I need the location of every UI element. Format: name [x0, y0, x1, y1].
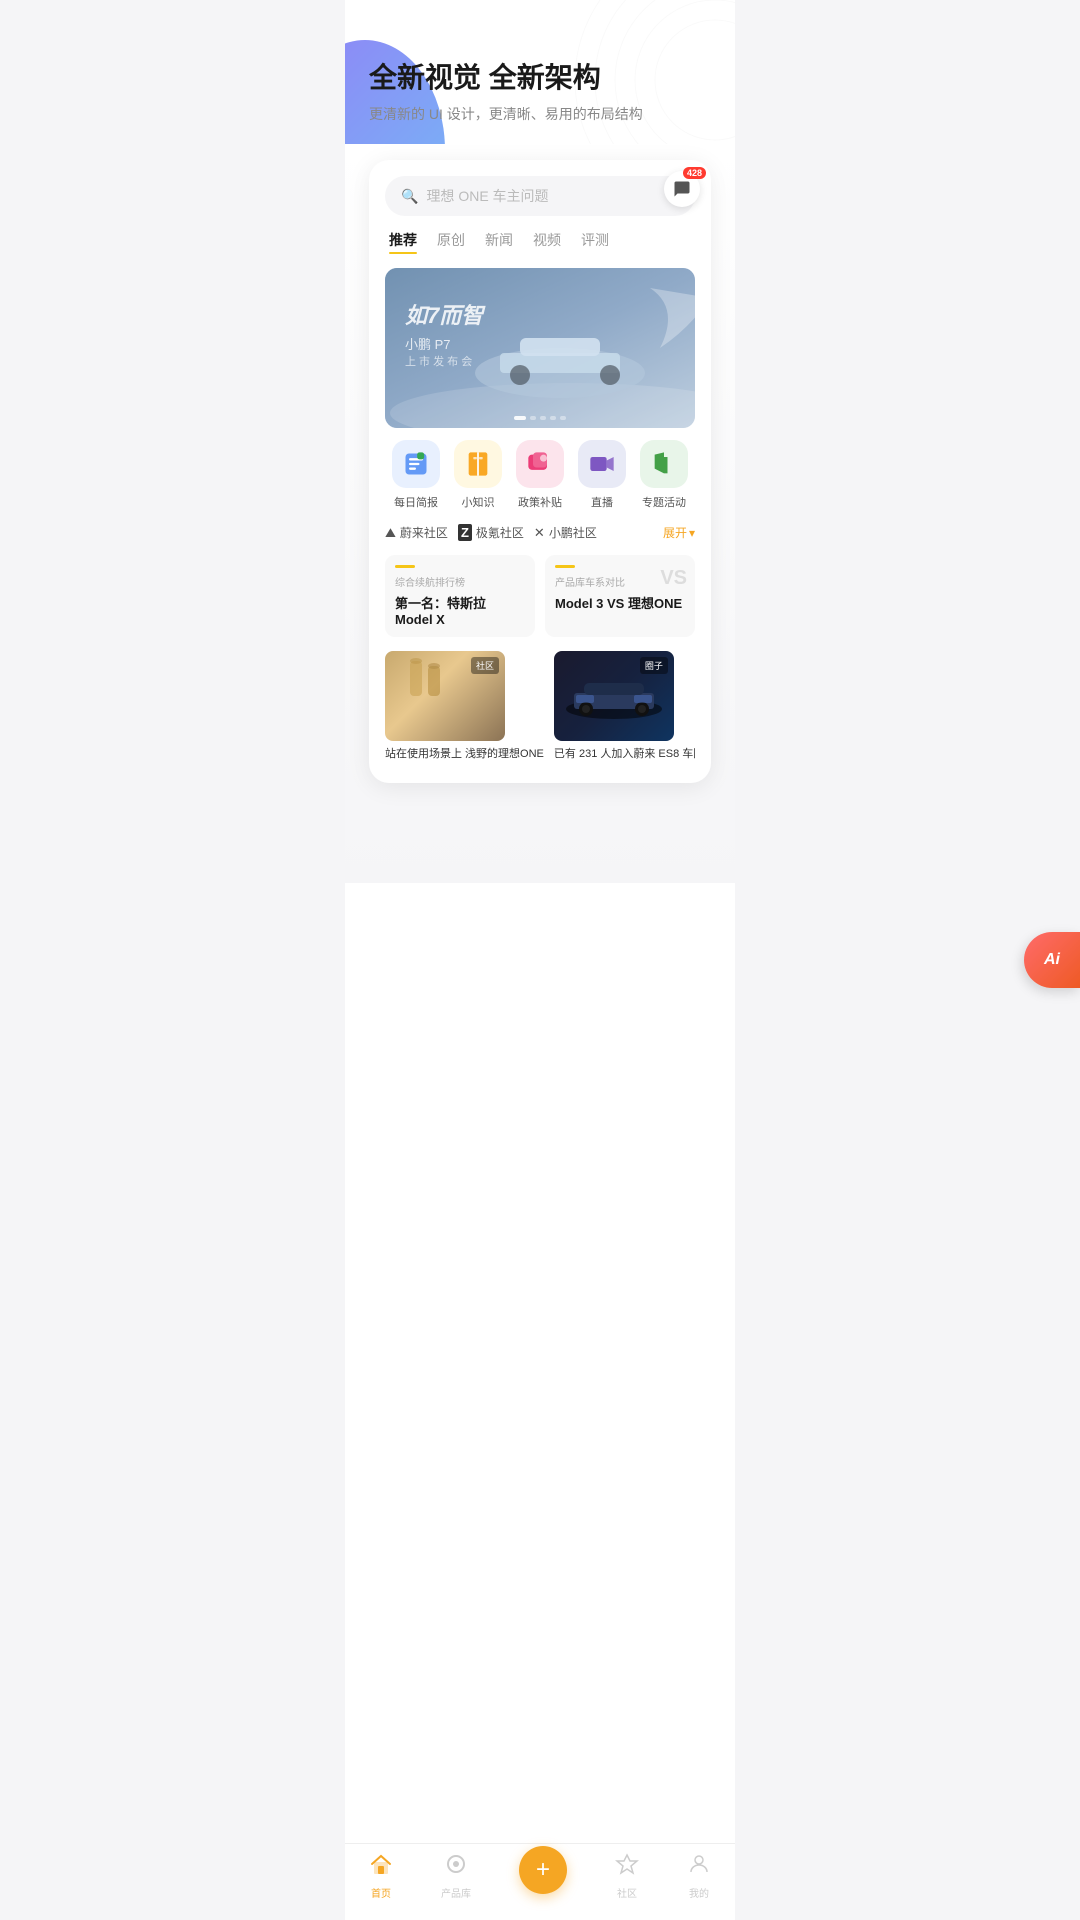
- community-tag-zeekr[interactable]: Z 极氪社区: [458, 524, 524, 541]
- nav-home[interactable]: 首页: [369, 1852, 393, 1900]
- tab-recommended[interactable]: 推荐: [389, 230, 417, 254]
- tab-news[interactable]: 新闻: [485, 230, 513, 254]
- xpeng-label: 小鹏社区: [549, 524, 597, 541]
- dot-2: [530, 416, 536, 420]
- zeekr-icon: Z: [458, 524, 472, 541]
- content-card-1[interactable]: 社区 站在使用场景上 浅野的理想ONE: [385, 651, 544, 762]
- banner-text: 如7而智 小鹏 P7 上 市 发 布 会: [405, 298, 483, 369]
- banner-dots: [514, 416, 566, 420]
- nav-profile-label: 我的: [689, 1885, 709, 1900]
- quick-label-live: 直播: [591, 494, 613, 510]
- nav-products-label: 产品库: [441, 1885, 471, 1900]
- tab-original[interactable]: 原创: [437, 230, 465, 254]
- ai-float-button[interactable]: Ai: [1024, 932, 1080, 988]
- content-desc-1: 站在使用场景上 浅野的理想ONE: [385, 747, 544, 762]
- content-img-1: 社区: [385, 651, 505, 741]
- ranking-title-2: Model 3 VS 理想ONE: [555, 593, 685, 612]
- nav-add[interactable]: +: [519, 1858, 567, 1894]
- policy-icon: [516, 440, 564, 488]
- quick-label-policy: 政策补贴: [518, 494, 562, 510]
- nav-community[interactable]: 社区: [615, 1852, 639, 1900]
- community-icon: [615, 1852, 639, 1882]
- nio-icon: ⛰: [385, 525, 396, 541]
- quick-item-policy[interactable]: 政策补贴: [516, 440, 564, 510]
- bottom-navigation: 首页 产品库 + 社区: [345, 1843, 735, 1920]
- content-tag-1: 社区: [471, 657, 499, 674]
- nio-label: 蔚来社区: [400, 524, 448, 541]
- quick-label-activity: 专题活动: [642, 494, 686, 510]
- search-icon: 🔍: [401, 188, 418, 205]
- chevron-down-icon: ▾: [689, 526, 695, 540]
- ranking-cards: 综合续航排行榜 第一名：特斯拉 Model X 产品库车系对比 Model 3 …: [385, 555, 695, 637]
- ai-label: Ai: [1044, 951, 1060, 969]
- message-icon: 428: [664, 171, 700, 207]
- content-img-2: 圈子: [554, 651, 674, 741]
- content-cards: 社区 站在使用场景上 浅野的理想ONE 圈子: [385, 651, 695, 762]
- hero-subtitle: 更清新的 UI 设计，更清晰、易用的布局结构: [369, 104, 711, 124]
- banner-event: 上 市 发 布 会: [405, 353, 483, 369]
- ranking-type-1: 综合续航排行榜: [395, 574, 525, 589]
- add-button[interactable]: +: [519, 1846, 567, 1894]
- quick-item-live[interactable]: 直播: [578, 440, 626, 510]
- search-placeholder: 理想 ONE 车主问题: [426, 186, 679, 206]
- ranking-indicator-1: [395, 565, 415, 568]
- hero-section: 全新视觉 全新架构 更清新的 UI 设计，更清晰、易用的布局结构: [345, 0, 735, 144]
- quick-item-daily[interactable]: 每日简报: [392, 440, 440, 510]
- ranking-card-compare[interactable]: 产品库车系对比 Model 3 VS 理想ONE VS: [545, 555, 695, 637]
- add-icon: +: [536, 1858, 550, 1882]
- hero-banner[interactable]: 如7而智 小鹏 P7 上 市 发 布 会: [385, 268, 695, 428]
- expand-label: 展开: [663, 524, 687, 541]
- banner-model: 小鹏 P7: [405, 334, 483, 353]
- content-card-2[interactable]: 圈子 已有 231 人加入蔚来 ES: [554, 651, 695, 762]
- xpeng-icon: ✕: [534, 525, 545, 541]
- nav-community-label: 社区: [617, 1885, 637, 1900]
- live-icon: [578, 440, 626, 488]
- quick-label-knowledge: 小知识: [462, 494, 495, 510]
- quick-item-activity[interactable]: 专题活动: [640, 440, 688, 510]
- quick-icons: 每日简报 小知识: [385, 440, 695, 510]
- content-desc-2: 已有 231 人加入蔚来 ES8 车圈: [554, 747, 695, 762]
- page: 全新视觉 全新架构 更清新的 UI 设计，更清晰、易用的布局结构 🔍 理想 ON…: [345, 0, 735, 1920]
- nav-home-label: 首页: [371, 1885, 391, 1900]
- tab-video[interactable]: 视频: [533, 230, 561, 254]
- dot-4: [550, 416, 556, 420]
- ranking-title-1: 第一名：特斯拉 Model X: [395, 593, 525, 627]
- quick-item-knowledge[interactable]: 小知识: [454, 440, 502, 510]
- ranking-card-range[interactable]: 综合续航排行榜 第一名：特斯拉 Model X: [385, 555, 535, 637]
- dot-5: [560, 416, 566, 420]
- message-button[interactable]: 428: [661, 168, 703, 210]
- search-bar[interactable]: 🔍 理想 ONE 车主问题: [385, 176, 695, 216]
- nav-products[interactable]: 产品库: [441, 1852, 471, 1900]
- nav-profile[interactable]: 我的: [687, 1852, 711, 1900]
- expand-button[interactable]: 展开 ▾: [663, 524, 695, 541]
- hero-title: 全新视觉 全新架构: [369, 60, 711, 96]
- message-badge: 428: [683, 167, 706, 179]
- community-tag-xpeng[interactable]: ✕ 小鹏社区: [534, 524, 597, 541]
- vs-icon: VS: [660, 567, 687, 590]
- dot-1: [514, 416, 526, 420]
- community-tag-nio[interactable]: ⛰ 蔚来社区: [385, 524, 448, 541]
- ranking-indicator-2: [555, 565, 575, 568]
- home-icon: [369, 1852, 393, 1882]
- knowledge-icon: [454, 440, 502, 488]
- profile-icon: [687, 1852, 711, 1882]
- app-card: 🔍 理想 ONE 车主问题 428 推荐 原创 新闻 视频: [369, 160, 711, 782]
- community-tags: ⛰ 蔚来社区 Z 极氪社区 ✕ 小鹏社区 展开 ▾: [385, 524, 695, 541]
- content-tag-2: 圈子: [640, 657, 668, 674]
- activity-icon: [640, 440, 688, 488]
- tab-review[interactable]: 评测: [581, 230, 609, 254]
- products-icon: [444, 1852, 468, 1882]
- tab-bar: 推荐 原创 新闻 视频 评测: [385, 230, 695, 254]
- dot-3: [540, 416, 546, 420]
- quick-label-daily: 每日简报: [394, 494, 438, 510]
- zeekr-label: 极氪社区: [476, 524, 524, 541]
- daily-report-icon: [392, 440, 440, 488]
- banner-main-text: 如7而智: [405, 298, 483, 330]
